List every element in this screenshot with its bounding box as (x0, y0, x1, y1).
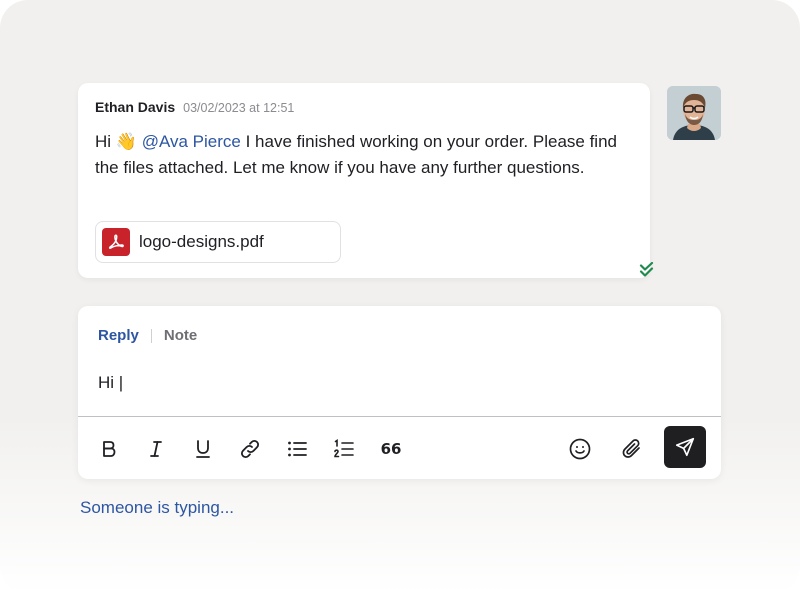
numbered-list-icon[interactable] (331, 436, 357, 462)
emoji-icon[interactable] (567, 436, 593, 462)
message-card: Ethan Davis 03/02/2023 at 12:51 Hi 👋 @Av… (78, 83, 650, 278)
message-timestamp: 03/02/2023 at 12:51 (183, 101, 295, 115)
quote-icon[interactable]: 66 (378, 436, 404, 462)
send-icon (675, 437, 695, 457)
tab-note[interactable]: Note (164, 327, 197, 344)
reply-composer: Reply Note Hi | 66 (78, 306, 721, 479)
chat-canvas: Ethan Davis 03/02/2023 at 12:51 Hi 👋 @Av… (0, 0, 800, 594)
tab-divider (150, 328, 152, 343)
attachment-file-name: logo-designs.pdf (139, 232, 264, 251)
italic-icon[interactable] (143, 436, 169, 462)
attachment-chip[interactable]: logo-designs.pdf (95, 221, 341, 263)
double-check-icon (639, 261, 658, 278)
bullet-list-icon[interactable] (284, 436, 310, 462)
tab-reply[interactable]: Reply (98, 327, 139, 344)
author-name: Ethan Davis (95, 99, 176, 115)
message-body: Hi 👋 @Ava Pierce I have finished working… (95, 129, 640, 181)
quote-icon-label: 66 (380, 440, 402, 458)
attach-icon[interactable] (619, 436, 645, 462)
reply-input[interactable]: Hi | (98, 373, 123, 393)
composer-tabs: Reply Note (98, 327, 197, 344)
typing-indicator: Someone is typing... (80, 498, 235, 517)
message-header: Ethan Davis 03/02/2023 at 12:51 (95, 99, 632, 115)
mention-link[interactable]: @Ava Pierce (142, 132, 241, 151)
pdf-icon (102, 228, 130, 256)
send-button[interactable] (664, 426, 706, 468)
bold-icon[interactable] (96, 436, 122, 462)
formatting-toolbar: 66 (78, 417, 721, 479)
underline-icon[interactable] (190, 436, 216, 462)
link-icon[interactable] (237, 436, 263, 462)
greeting: Hi (95, 132, 112, 151)
user-avatar[interactable] (667, 86, 721, 140)
wave-emoji: 👋 (115, 132, 137, 151)
